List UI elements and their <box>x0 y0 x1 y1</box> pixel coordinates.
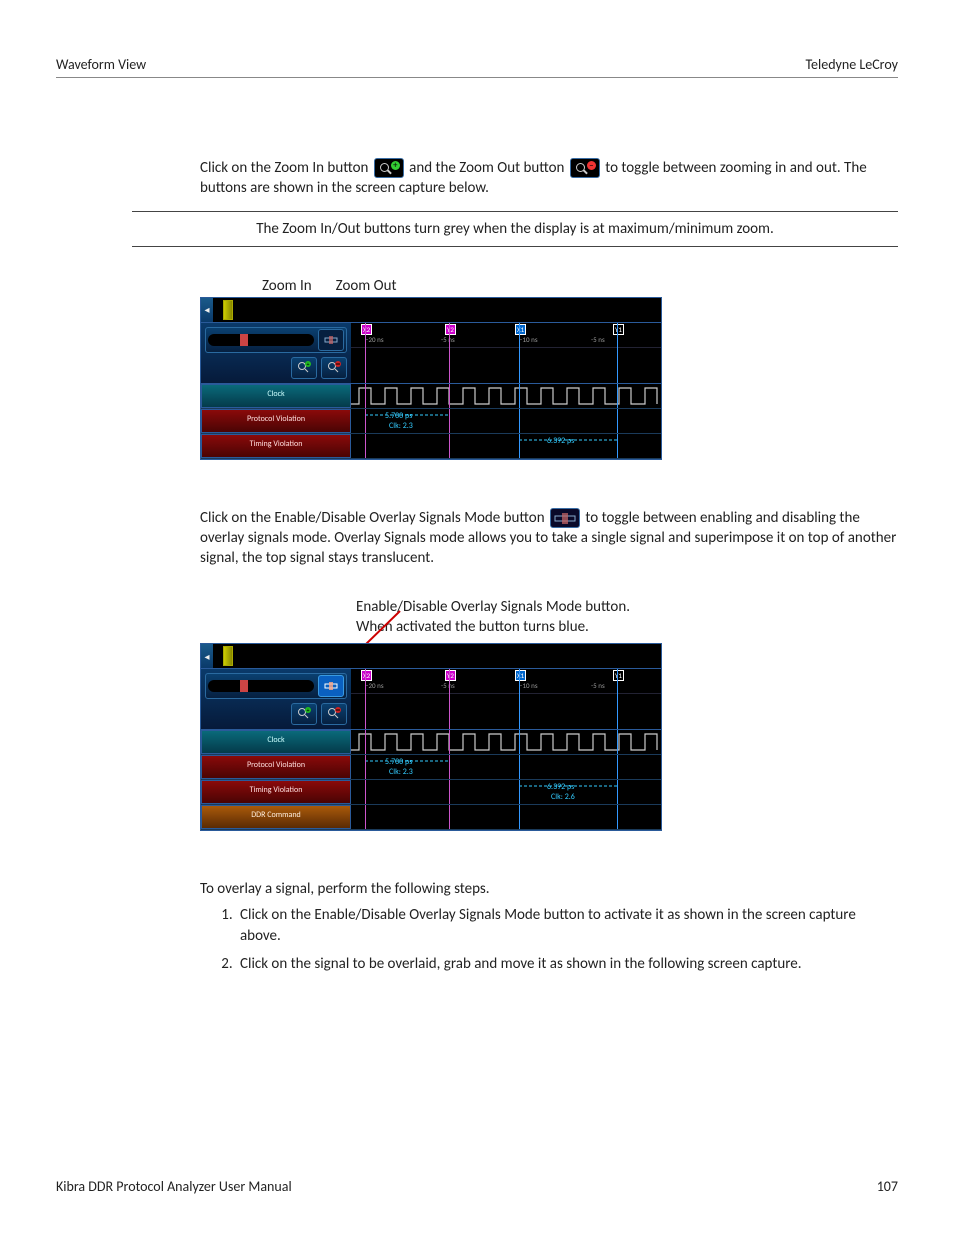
screenshot-overlay: ◂ + <box>200 643 662 831</box>
signal-row-protocol-2[interactable]: Protocol Violation 5.700 ps Clk: 2.3 <box>201 755 661 780</box>
cursor-slider[interactable] <box>205 327 347 353</box>
signal-row-timing[interactable]: Timing Violation 6.392 ps <box>201 434 661 459</box>
header-left: Waveform View <box>56 56 146 73</box>
zoom-out-button-2[interactable] <box>321 703 347 725</box>
page-footer: Kibra DDR Protocol Analyzer User Manual … <box>56 1178 898 1195</box>
page-header: Waveform View Teledyne LeCroy <box>56 56 898 78</box>
step-1: Click on the Enable/Disable Overlay Sign… <box>236 905 898 946</box>
collapse-handle-2[interactable]: ◂ <box>201 644 213 668</box>
header-right: Teledyne LeCroy <box>805 56 898 73</box>
zoom-in-button[interactable]: + <box>291 357 317 379</box>
svg-text:+: + <box>307 707 310 714</box>
zoom-in-button-2[interactable]: + <box>291 703 317 725</box>
signal-row-timing-2[interactable]: Timing Violation 6.392 ps Clk: 2.6 <box>201 780 661 805</box>
footer-right: 107 <box>877 1178 898 1195</box>
overlay-steps: Click on the Enable/Disable Overlay Sign… <box>236 905 898 974</box>
marker2-x1[interactable]: X1 <box>515 670 526 681</box>
zoom-callouts: Zoom In Zoom Out <box>200 277 898 295</box>
signal-row-clock-2[interactable]: Clock <box>201 730 661 755</box>
signal-row-clock[interactable]: Clock <box>201 384 661 409</box>
marker-x2[interactable]: X2 <box>361 324 372 335</box>
p1-a: Click on the Zoom In button <box>200 159 372 177</box>
zoom-out-button[interactable] <box>321 357 347 379</box>
overlay-callout: Enable/Disable Overlay Signals Mode butt… <box>356 597 898 638</box>
signal-row-protocol[interactable]: Protocol Violation 5.700 ps Clk: 2.3 <box>201 409 661 434</box>
svg-text:+: + <box>307 361 310 368</box>
marker-y2[interactable]: Y2 <box>445 324 456 335</box>
overlay-mode-button-active[interactable] <box>318 675 344 697</box>
p1-b: and the Zoom Out button <box>409 159 568 177</box>
p2-a: Click on the Enable/Disable Overlay Sign… <box>200 509 548 527</box>
step-2: Click on the signal to be overlaid, grab… <box>236 954 898 974</box>
paragraph-2: Click on the Enable/Disable Overlay Sign… <box>200 508 898 569</box>
footer-left: Kibra DDR Protocol Analyzer User Manual <box>56 1178 292 1195</box>
overlay-mode-button[interactable] <box>318 329 344 351</box>
marker-y1[interactable]: Y1 <box>613 324 624 335</box>
signal-row-ddr[interactable]: DDR Command <box>201 805 661 830</box>
screenshot-zoom: ◂ + <box>200 297 662 460</box>
marker2-x2[interactable]: X2 <box>361 670 372 681</box>
callout-zoom-in: Zoom In <box>262 277 312 295</box>
note-zoom-grey: The Zoom In/Out buttons turn grey when t… <box>132 211 898 247</box>
zoom-out-icon: – <box>570 158 600 178</box>
collapse-handle[interactable]: ◂ <box>201 298 213 322</box>
marker2-y1[interactable]: Y1 <box>613 670 624 681</box>
paragraph-1: Click on the Zoom In button + and the Zo… <box>200 158 898 199</box>
zoom-in-icon: + <box>374 158 404 178</box>
cursor-slider-2[interactable] <box>205 673 347 699</box>
marker2-y2[interactable]: Y2 <box>445 670 456 681</box>
overlay-mode-icon <box>550 508 580 528</box>
paragraph-3: To overlay a signal, perform the followi… <box>200 879 898 899</box>
marker-x1[interactable]: X1 <box>515 324 526 335</box>
callout-zoom-out: Zoom Out <box>336 277 397 295</box>
